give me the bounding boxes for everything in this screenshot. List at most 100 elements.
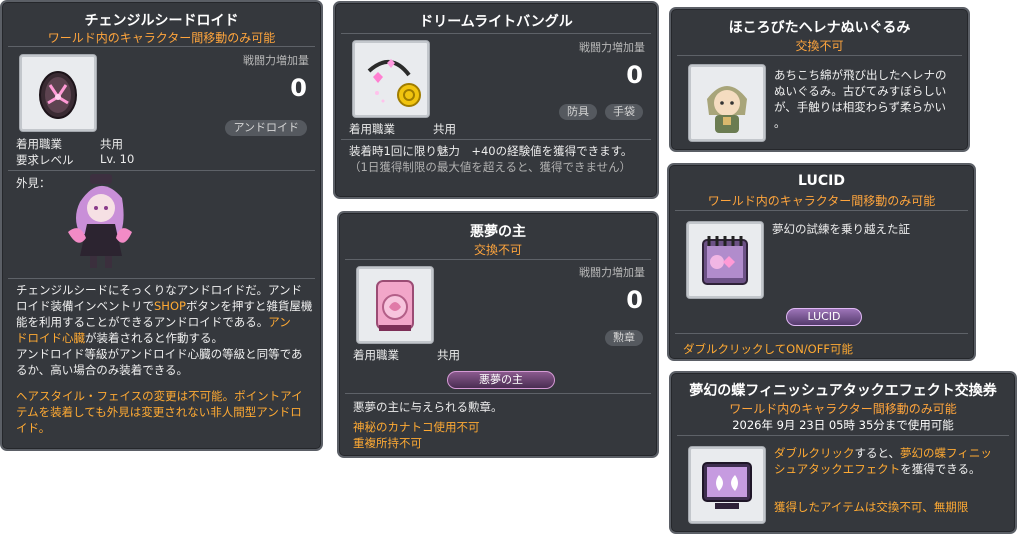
equip-job-label: 着用職業 [349, 122, 395, 136]
item-icon-slot [352, 40, 430, 118]
divider [8, 278, 315, 279]
toggle-instruction: ダブルクリックしてON/OFF可能 [683, 342, 853, 356]
divider [675, 333, 968, 334]
desc-text: 能を利用することができるアンドロイドである。 [16, 315, 269, 329]
android-egg-icon [39, 71, 77, 119]
no-trade-highlight: アイテムは交換不可、無期限 [820, 500, 969, 514]
tooltip-dreamlight-bangle: ドリームライトバングル 戦闘力増加量 0 防具 手袋 着用職業 共用 装着時1回… [333, 1, 659, 199]
tooltip-changelucid-droid: チェンジルシードロイド ワールド内のキャラクター間移動のみ可能 戦闘力増加量 0… [0, 0, 323, 451]
divider [675, 210, 968, 211]
calendar-book-icon [702, 236, 748, 285]
tooltip-nightmare-medal: 悪夢の主 交換不可 戦闘力増加量 0 勲章 着用職業 共用 悪夢の主 悪夢の主に… [337, 211, 659, 458]
trade-notice: ワールド内のキャラクター間移動のみ可能 [729, 402, 957, 416]
warn-line: テムを装着しても外見は変更されない非人間型アンドロ [16, 405, 302, 419]
item-title: 夢幻の蝶フィニッシュアタックエフェクト交換券 [689, 383, 997, 399]
trade-notice: ワールド内のキャラクター間移動のみ可能 [47, 31, 276, 45]
shop-highlight: SHOP [154, 299, 186, 313]
tooltip-lucid: LUCID ワールド内のキャラクター間移動のみ可能 夢幻の試練を乗り越えた証 L… [667, 163, 976, 361]
item-icon-slot [688, 446, 766, 524]
divider [345, 393, 651, 394]
desc-line: るか、高い場合のみ装着できる。 [16, 363, 189, 377]
daily-limit-note: （1日獲得制限の最大値を超えると、獲得できません） [349, 160, 632, 174]
equip-job-value: 共用 [433, 122, 456, 136]
item-title: ほころびたヘレナぬいぐるみ [728, 20, 911, 36]
effect-name-highlight: 夢幻の蝶フィニッ [900, 446, 992, 460]
appearance-warning: ヘアスタイル・フェイスの変更は不可能。ポイントアイ テムを装着しても外見は変更さ… [16, 388, 316, 436]
double-click-highlight: ダブルクリック [774, 446, 855, 460]
item-title: チェンジルシードロイド [84, 13, 239, 29]
desc-line: 能を利用することができるアンドロイドである。アン [16, 314, 316, 330]
item-title: ドリームライトバングル [419, 14, 573, 30]
category-tag: アンドロイド [225, 120, 307, 136]
item-icon-slot [356, 266, 434, 344]
item-description: チェンジルシードにそっくりなアンドロイドだ。アンド ロイド装備インベントリでSH… [16, 282, 316, 378]
req-level-label: 要求レベル [16, 153, 74, 167]
desc-line: ロイド装備インベントリでSHOPボタンを押すと雑貨屋機 [16, 298, 316, 314]
trade-notice: 交換不可 [473, 243, 522, 257]
divider [677, 55, 962, 56]
trade-notice: ワールド内のキャラクター間移動のみ可能 [707, 194, 936, 208]
combat-power-label: 戦闘力増加量 [579, 41, 645, 54]
desc-line: アンドロイド等級がアンドロイド心臓の等級と同等であ [16, 347, 303, 361]
divider [341, 139, 651, 140]
item-icon-slot [19, 54, 97, 132]
item-effect: 装着時1回に限り魅力 +40の経験値を獲得できます。 [349, 144, 633, 158]
equip-job-label: 着用職業 [16, 137, 62, 151]
item-icon-slot [688, 64, 766, 142]
divider [341, 33, 651, 34]
android-heart-highlight: ドロイド心臓 [16, 331, 85, 345]
bangle-icon [367, 59, 421, 107]
tooltip-butterfly-effect-voucher: 夢幻の蝶フィニッシュアタックエフェクト交換券 ワールド内のキャラクター間移動のみ… [669, 371, 1017, 534]
doll-icon [707, 86, 747, 133]
desc-line: ぬいぐるみ。古びてみすぼらしい [774, 84, 947, 98]
acquired-note: 獲得したアイテムは交換不可、無期限 [774, 499, 1010, 515]
desc-line: あちこち綿が飛び出したヘレナの [774, 68, 947, 82]
item-title: LUCID [798, 173, 845, 189]
req-level-value: Lv. 10 [100, 152, 135, 166]
equip-job-value: 共用 [437, 348, 460, 362]
item-description: 悪夢の主に与えられる勲章。 [353, 400, 503, 414]
item-title: 悪夢の主 [470, 224, 526, 240]
divider [345, 259, 651, 260]
combat-power-value: 0 [626, 286, 643, 314]
lucid-name-badge: LUCID [786, 308, 862, 326]
divider [8, 46, 315, 47]
desc-text: ロイド装備インベントリで [16, 299, 154, 313]
warn-line: ヘアスタイル・フェイスの変更は不可能。ポイントアイ [16, 389, 303, 403]
divider [8, 170, 315, 171]
expiry-date: 2026年 9月 23日 05時 35分まで使用可能 [732, 418, 954, 432]
voucher-screen-icon [702, 462, 752, 509]
combat-power-value: 0 [626, 61, 643, 89]
effect-name-highlight: シュアタックエフェクト [774, 462, 901, 476]
desc-line: 。 [774, 116, 786, 130]
category-tag-armor: 防具 [559, 104, 597, 120]
category-tag-gloves: 手袋 [605, 104, 643, 120]
duplicate-restriction: 重複所持不可 [353, 436, 422, 450]
tooltip-helena-doll: ほころびたヘレナぬいぐるみ 交換不可 あちこち綿が飛び出したヘレナの ぬいぐるみ… [669, 7, 970, 152]
desc-text: が装着されると作動する。 [85, 331, 223, 345]
trade-notice: 交換不可 [795, 39, 844, 53]
category-tag: 勲章 [605, 330, 643, 346]
desc-text: を獲得できる。 [900, 462, 981, 476]
item-description: あちこち綿が飛び出したヘレナの ぬいぐるみ。古びてみすぼらしい が、手触りは相変… [774, 67, 964, 131]
equip-job-label: 着用職業 [353, 348, 399, 362]
combat-power-label: 戦闘力増加量 [579, 266, 645, 279]
appearance-label: 外見： [16, 176, 51, 190]
desc-line: チェンジルシードにそっくりなアンドロイドだ。アンド [16, 283, 303, 297]
combat-power-label: 戦闘力増加量 [243, 54, 309, 67]
item-description: ダブルクリックすると、夢幻の蝶フィニッ シュアタックエフェクトを獲得できる。 [774, 445, 1010, 477]
android-heart-highlight: アン [268, 315, 291, 329]
medal-icon [376, 280, 414, 331]
divider [677, 435, 1009, 436]
desc-line: ダブルクリックすると、夢幻の蝶フィニッ [774, 445, 1010, 461]
equip-job-value: 共用 [100, 137, 123, 151]
anvil-restriction: 神秘のカナトコ使用不可 [353, 420, 480, 434]
desc-text: すると、 [854, 446, 901, 460]
desc-line: シュアタックエフェクトを獲得できる。 [774, 461, 1010, 477]
item-description: 夢幻の試練を乗り越えた証 [772, 222, 910, 236]
desc-line: ドロイド心臓が装着されると作動する。 [16, 330, 316, 346]
acquired-text: 獲得した [774, 500, 820, 514]
warn-line: イド。 [16, 421, 51, 435]
android-character-sprite [68, 174, 132, 268]
desc-text: ボタンを押すと雑貨屋機 [185, 299, 313, 313]
